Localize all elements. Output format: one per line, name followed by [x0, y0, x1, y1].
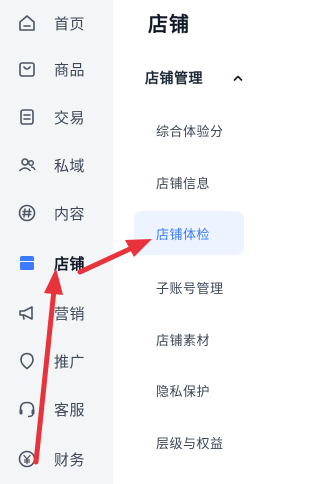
nav-item-marketing[interactable]: 营销 [0, 290, 113, 336]
primary-sidebar: 首页 商品 交易 私域 内容 店铺 营销 推广 客服 财务 [0, 0, 113, 484]
menu-item-store-assets[interactable]: 店铺素材 [134, 317, 244, 361]
menu-item-label: 店铺素材 [156, 333, 211, 349]
menu-item-label: 综合体验分 [156, 124, 224, 140]
menu-item-store-checkup[interactable]: 店铺体检 [134, 211, 244, 255]
nav-item-finance[interactable]: 财务 [0, 436, 113, 482]
nav-label: 客服 [54, 400, 86, 419]
nav-item-goods[interactable]: 商品 [0, 46, 113, 92]
app-window: 首页 商品 交易 私域 内容 店铺 营销 推广 客服 财务 店铺 店铺管理 综合… [0, 0, 325, 484]
nav-label: 商品 [54, 60, 86, 79]
nav-label: 首页 [54, 14, 86, 33]
nav-item-trade[interactable]: 交易 [0, 94, 113, 140]
promote-icon [17, 351, 37, 371]
home-icon [17, 13, 37, 33]
content-icon [17, 203, 37, 223]
trade-icon [17, 107, 37, 127]
menu-item-label: 店铺信息 [156, 176, 211, 192]
panel-title: 店铺 [148, 12, 190, 36]
nav-item-content[interactable]: 内容 [0, 190, 113, 236]
nav-item-promote[interactable]: 推广 [0, 338, 113, 384]
menu-item-store-info[interactable]: 店铺信息 [134, 160, 244, 204]
nav-item-service[interactable]: 客服 [0, 386, 113, 432]
users-icon [17, 155, 37, 175]
group-label: 店铺管理 [145, 71, 203, 87]
store-icon [17, 253, 37, 273]
finance-icon [17, 449, 37, 469]
nav-item-store[interactable]: 店铺 [0, 240, 113, 286]
nav-label: 店铺 [54, 254, 86, 273]
nav-item-private-domain[interactable]: 私域 [0, 142, 113, 188]
nav-label: 推广 [54, 352, 86, 371]
menu-item-levels-rights[interactable]: 层级与权益 [134, 420, 244, 464]
megaphone-icon [17, 303, 37, 323]
group-header-store-management[interactable]: 店铺管理 [145, 68, 203, 88]
chevron-up-icon[interactable] [231, 70, 245, 84]
secondary-panel: 店铺 店铺管理 综合体验分 店铺信息 店铺体检 子账号管理 店铺素材 隐私保护 … [113, 0, 325, 484]
nav-label: 交易 [54, 108, 86, 127]
headset-icon [17, 399, 37, 419]
menu-item-sub-accounts[interactable]: 子账号管理 [134, 265, 244, 309]
menu-item-label: 层级与权益 [156, 436, 224, 452]
nav-item-home[interactable]: 首页 [0, 0, 113, 46]
menu-item-overall-score[interactable]: 综合体验分 [134, 108, 244, 152]
menu-item-label: 子账号管理 [156, 281, 224, 297]
nav-label: 财务 [54, 450, 86, 469]
menu-item-privacy[interactable]: 隐私保护 [134, 368, 244, 412]
menu-item-label: 店铺体检 [156, 227, 211, 243]
nav-label: 私域 [54, 156, 86, 175]
menu-item-label: 隐私保护 [156, 384, 211, 400]
nav-label: 内容 [54, 204, 86, 223]
nav-label: 营销 [54, 304, 86, 323]
goods-icon [17, 59, 37, 79]
